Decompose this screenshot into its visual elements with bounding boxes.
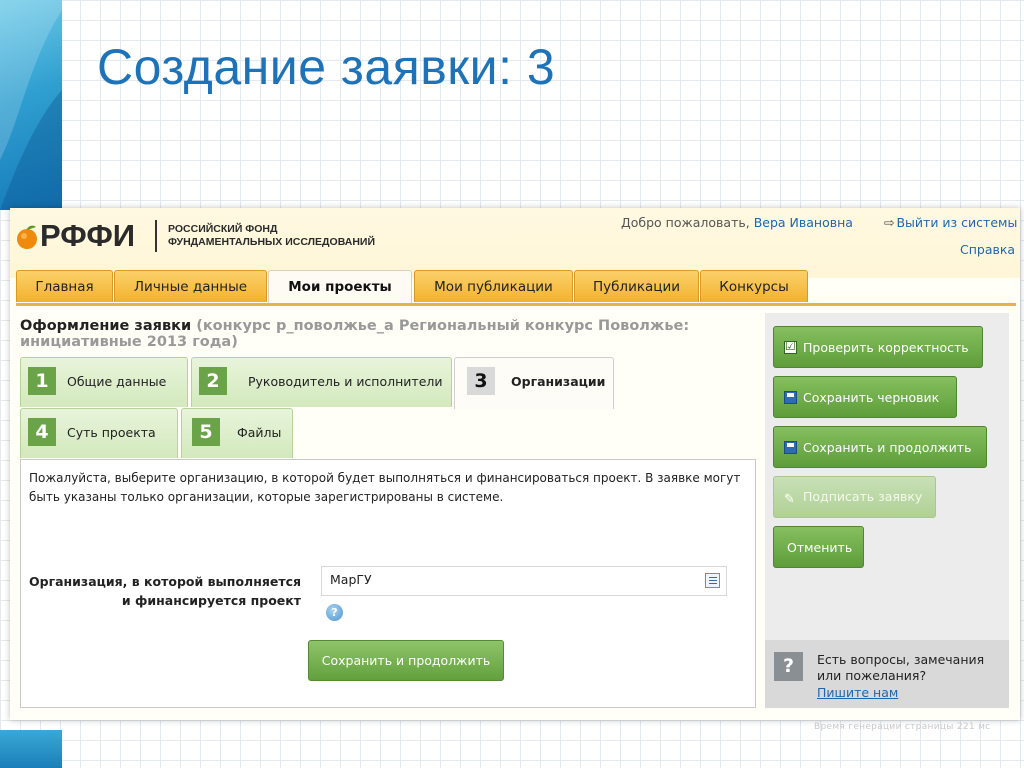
decorative-left-band [0,0,62,210]
sidebar-save-continue-label: Сохранить и продолжить [803,439,972,455]
org-name-line2: ФУНДАМЕНТАЛЬНЫХ ИССЛЕДОВАНИЙ [168,236,376,248]
sign-application-label: Подписать заявку [803,489,923,504]
step-label: Общие данные [67,374,167,389]
logout-label: Выйти из системы [896,215,1018,230]
organization-field-label: Организация, в которой выполняется и фин… [29,572,301,610]
pen-icon: ✎ [784,492,795,507]
step-tab-5[interactable]: 5 Файлы [181,408,293,458]
org-name-line1: РОССИЙСКИЙ ФОНД [168,223,278,235]
decorative-wave [0,0,62,210]
floppy-disk-icon [784,390,797,404]
app-window: РФФИ РОССИЙСКИЙ ФОНД ФУНДАМЕНТАЛЬНЫХ ИСС… [10,208,1020,720]
orange-logo-icon [17,225,37,249]
step-content-panel: Пожалуйста, выберите организацию, в кото… [20,459,756,708]
logout-link[interactable]: ⇨ Выйти из системы [884,215,1017,230]
step-label: Организации [511,374,606,389]
save-draft-label: Сохранить черновик [803,389,940,405]
site-header: РФФИ РОССИЙСКИЙ ФОНД ФУНДАМЕНТАЛЬНЫХ ИСС… [10,208,1020,278]
organization-label-line2: и финансируется проект [121,593,301,608]
application-title: Оформление заявки (конкурс р_поволжье_а … [20,318,740,350]
list-select-icon[interactable] [705,573,720,588]
sidebar-save-continue-button[interactable]: Сохранить и продолжить [773,426,987,468]
help-link[interactable]: Справка [960,242,1015,257]
save-and-continue-button[interactable]: Сохранить и продолжить [308,640,504,681]
page-generation-time: Время генерации страницы 221 мс [814,722,991,732]
step-number: 2 [199,367,227,395]
slide-title: Создание заявки: 3 [97,39,556,95]
logout-icon: ⇨ [884,215,895,230]
welcome-text: Добро пожаловать, Вера Ивановна [621,215,853,230]
feedback-text: Есть вопросы, замечания или пожелания? [817,652,985,683]
step-number: 3 [467,367,495,395]
organization-label-line1: Организация, в которой выполняется [29,574,302,589]
nav-tab-personal-data[interactable]: Личные данные [114,270,267,302]
save-draft-button[interactable]: Сохранить черновик [773,376,957,418]
step-number: 4 [28,418,56,446]
checklist-icon [784,339,797,354]
decorative-left-band-bottom [0,730,62,768]
step-label: Файлы [237,425,282,440]
check-correctness-label: Проверить корректность [803,339,969,355]
sign-application-button[interactable]: ✎ Подписать заявку [773,476,936,518]
logo-divider [155,220,157,252]
intro-text: Пожалуйста, выберите организацию, в кото… [29,471,741,504]
nav-tab-contests[interactable]: Конкурсы [700,270,808,302]
user-name-link[interactable]: Вера Ивановна [754,215,853,230]
feedback-box: ? Есть вопросы, замечания или пожелания?… [765,640,1009,708]
step-tab-3[interactable]: 3 Организации [454,357,614,409]
contact-us-link[interactable]: Пишите нам [817,685,898,700]
step-tab-2[interactable]: 2 Руководитель и исполнители [191,357,452,407]
cancel-button[interactable]: Отменить [773,526,864,568]
question-help-icon[interactable]: ? [326,604,343,621]
step-label: Руководитель и исполнители [248,374,443,389]
nav-tab-my-projects[interactable]: Мои проекты [268,270,412,304]
step-label: Суть проекта [67,425,156,440]
organization-value: МарГУ [330,572,372,587]
organization-input[interactable]: МарГУ [321,566,727,596]
nav-tab-my-publications[interactable]: Мои публикации [414,270,573,302]
question-icon: ? [774,652,803,681]
step-number: 5 [192,418,220,446]
step-tab-1[interactable]: 1 Общие данные [20,357,188,407]
org-name: РОССИЙСКИЙ ФОНД ФУНДАМЕНТАЛЬНЫХ ИССЛЕДОВ… [168,223,375,249]
welcome-label: Добро пожаловать, [621,215,754,230]
logo-text: РФФИ [40,218,136,253]
nav-tab-publications[interactable]: Публикации [574,270,699,302]
step-tab-4[interactable]: 4 Суть проекта [20,408,178,458]
nav-underline [16,303,1016,306]
step-number: 1 [28,367,56,395]
application-title-main: Оформление заявки [20,318,192,334]
floppy-disk-icon [784,440,797,454]
nav-tab-home[interactable]: Главная [16,270,113,302]
check-correctness-button[interactable]: Проверить корректность [773,326,983,368]
